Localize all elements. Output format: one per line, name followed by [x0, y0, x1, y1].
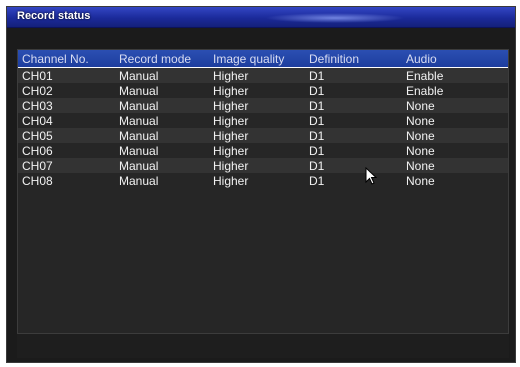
cell-channel: CH01	[18, 67, 115, 83]
cell-record-mode: Manual	[115, 98, 209, 113]
cell-image-quality: Higher	[209, 143, 305, 158]
cell-image-quality: Higher	[209, 83, 305, 98]
cell-audio: Enable	[402, 83, 508, 98]
cell-definition: D1	[305, 83, 402, 98]
cell-record-mode: Manual	[115, 173, 209, 188]
table-row[interactable]: CH07 Manual Higher D1 None	[18, 158, 508, 173]
cell-definition: D1	[305, 98, 402, 113]
window-title: Record status	[17, 10, 91, 22]
title-bar: Record status	[7, 7, 515, 28]
cell-record-mode: Manual	[115, 128, 209, 143]
cell-audio: None	[402, 158, 508, 173]
cell-record-mode: Manual	[115, 83, 209, 98]
cell-image-quality: Higher	[209, 98, 305, 113]
record-status-panel: Channel No. Record mode Image quality De…	[17, 49, 509, 334]
header-record-mode: Record mode	[115, 50, 209, 68]
cell-channel: CH06	[18, 143, 115, 158]
table-row[interactable]: CH04 Manual Higher D1 None	[18, 113, 508, 128]
title-bar-glow	[265, 13, 405, 23]
table-row[interactable]: CH03 Manual Higher D1 None	[18, 98, 508, 113]
cell-record-mode: Manual	[115, 143, 209, 158]
cell-channel: CH05	[18, 128, 115, 143]
header-image-quality: Image quality	[209, 50, 305, 68]
cell-record-mode: Manual	[115, 113, 209, 128]
record-status-window: Record status Channel No. Record mode Im…	[6, 6, 516, 363]
cell-channel: CH04	[18, 113, 115, 128]
cell-channel: CH03	[18, 98, 115, 113]
table-row[interactable]: CH05 Manual Higher D1 None	[18, 128, 508, 143]
cell-audio: None	[402, 173, 508, 188]
cell-record-mode: Manual	[115, 67, 209, 83]
table-row[interactable]: CH08 Manual Higher D1 None	[18, 173, 508, 188]
cell-audio: None	[402, 128, 508, 143]
header-audio: Audio	[402, 50, 508, 68]
table-row[interactable]: CH01 Manual Higher D1 Enable	[18, 67, 508, 83]
cell-audio: None	[402, 113, 508, 128]
cell-image-quality: Higher	[209, 173, 305, 188]
bottom-bar	[17, 334, 509, 358]
cell-definition: D1	[305, 143, 402, 158]
cell-definition: D1	[305, 128, 402, 143]
cell-definition: D1	[305, 173, 402, 188]
cell-image-quality: Higher	[209, 128, 305, 143]
cell-image-quality: Higher	[209, 67, 305, 83]
cell-record-mode: Manual	[115, 158, 209, 173]
cell-image-quality: Higher	[209, 158, 305, 173]
cell-audio: None	[402, 143, 508, 158]
cell-definition: D1	[305, 158, 402, 173]
cell-image-quality: Higher	[209, 113, 305, 128]
cell-audio: None	[402, 98, 508, 113]
cell-definition: D1	[305, 67, 402, 83]
mouse-pointer-icon	[365, 167, 377, 185]
header-channel-no: Channel No.	[18, 50, 115, 68]
record-status-table: Channel No. Record mode Image quality De…	[18, 50, 508, 188]
header-definition: Definition	[305, 50, 402, 68]
cell-channel: CH07	[18, 158, 115, 173]
table-header-row: Channel No. Record mode Image quality De…	[18, 50, 508, 68]
table-row[interactable]: CH02 Manual Higher D1 Enable	[18, 83, 508, 98]
cell-definition: D1	[305, 113, 402, 128]
table-row[interactable]: CH06 Manual Higher D1 None	[18, 143, 508, 158]
cell-channel: CH08	[18, 173, 115, 188]
cell-channel: CH02	[18, 83, 115, 98]
cell-audio: Enable	[402, 67, 508, 83]
